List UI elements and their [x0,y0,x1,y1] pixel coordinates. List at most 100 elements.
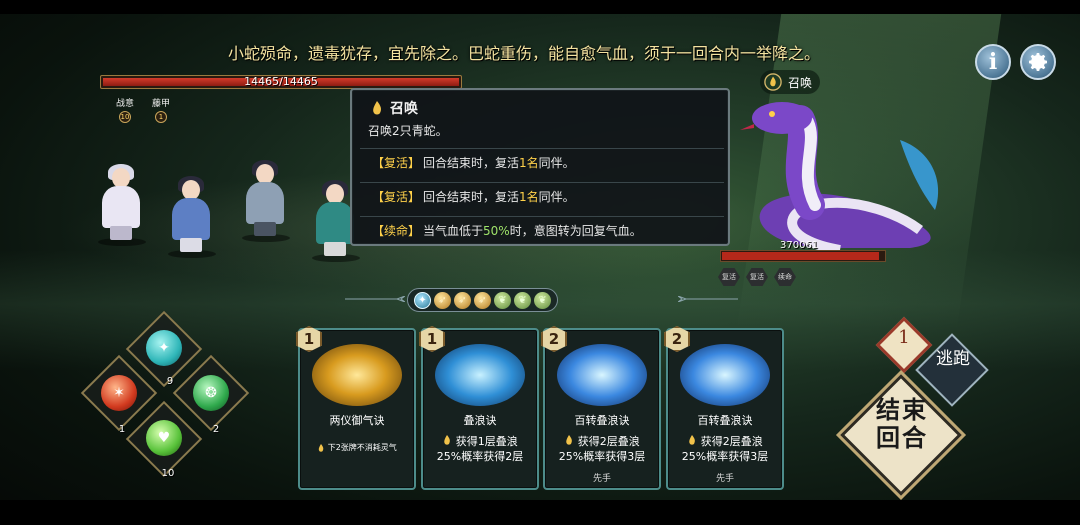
hero-head [326,184,344,204]
tooltip-text: 回合结束时，复活 [423,156,520,170]
tooltip-text: 当气血低于 [423,224,484,238]
tooltip-highlight: 50% [483,223,510,238]
card-first-strike: 先手 [592,474,611,484]
flame-icon [689,435,696,445]
flame-icon [764,73,782,91]
end-turn-label: 结束 回合 [876,395,928,452]
buff-prolong-life[interactable]: 续命 [774,268,796,286]
tooltip-row: 【续命】 当气血低于 50% 时，意图转为回复气血。 [360,216,724,244]
tooltip-highlight: 1名 [519,156,539,170]
card-art [312,344,402,406]
wood-gem-icon: ❂ [193,375,229,411]
enemy-buff-row: 复活 复活 续命 [718,268,796,286]
tooltip-desc: 召唤2只青蛇。 [368,124,448,138]
enemy-intent[interactable]: 召唤 [760,70,821,94]
energy-orb-row: ✦ ➶ ➶ ➶ ❦ ❦ ❦ [407,288,558,312]
card-name: 两仪御气诀 [329,414,385,427]
tooltip-row: 【复活】 回合结束时，复活 1名 同伴。 [360,182,724,210]
card-dielang[interactable]: 1 叠浪诀 获得1层叠浪 25%概率获得2层 [419,326,539,490]
wing-orb-icon: ➶ [454,291,471,309]
flourish-right [678,296,738,302]
tooltip-tag: 【复活】 [372,156,421,170]
status-zhanyi[interactable]: 战意 10 [116,96,134,123]
card-baizhuan-dielang-2[interactable]: 2 百转叠浪诀 获得2层叠浪 25%概率获得3层 先手 [664,326,784,490]
tooltip-highlight: 1名 [519,190,539,204]
hero-legs [254,222,276,236]
hero-legs [324,242,346,256]
card-cost: 2 [664,326,690,352]
earth-gem-icon: ♥ [146,420,182,456]
flourish-left [345,296,405,302]
enemy-hp-fill [722,252,880,260]
intent-tooltip: 召唤 召唤2只青蛇。 【复活】 回合结束时，复活 1名 同伴。 【复活】 回合结… [350,88,730,246]
status-count: 1 [155,111,168,123]
tooltip-title-row: 召唤 [370,98,418,118]
card-name: 百转叠浪诀 [697,414,753,427]
card-art [680,344,770,406]
tooltip-title: 召唤 [390,101,418,117]
flame-icon [373,101,381,115]
hero-head [182,180,200,200]
card-desc: 获得2层叠浪 25%概率获得3层 [558,435,646,463]
tooltip-tag: 【复活】 [372,190,421,204]
leaf-orb-icon: ❦ [494,291,511,309]
tooltip-tag: 【续命】 [372,224,421,238]
story-banner: 小蛇殒命，遗毒犹存，宜先除之。巴蛇重伤，能自愈气血，须于一回合内一举降之。 [228,44,821,63]
tooltip-text: 同伴。 [538,190,575,204]
wing-orb-icon: ➶ [474,291,491,309]
tooltip-text: 时，意图转为回复气血。 [509,224,642,238]
card-name: 百转叠浪诀 [574,414,630,427]
cur-orb-icon: ✦ [414,291,431,309]
element-count-earth: 10 [161,468,175,479]
status-tengjia[interactable]: 藤甲 1 [152,96,170,123]
card-art [557,344,647,406]
element-count-fire: 1 [118,424,126,435]
flame-icon [318,443,324,452]
wing-orb-icon: ➶ [434,291,451,309]
card-cost: 1 [296,326,322,352]
enemy-hp-bar [720,250,886,262]
card-name: 叠浪诀 [463,414,497,427]
player-hp-text: 14465/14465 [244,75,318,88]
gear-icon [1029,53,1047,71]
hero-legs [180,238,202,252]
status-count: 10 [119,111,131,123]
purple-snake-enemy[interactable] [720,80,950,255]
card-cost: 1 [419,326,445,352]
buff-revive[interactable]: 复活 [718,268,740,286]
element-count-water: 9 [166,376,174,387]
hero-head [256,164,274,184]
hero-head [112,168,130,188]
leaf-orb-icon: ❦ [514,291,531,309]
card-art [435,344,525,406]
settings-button[interactable] [1020,44,1056,80]
hero-body [246,182,284,224]
player-status-row: 战意 10 藤甲 1 [116,96,170,123]
info-button[interactable]: i [975,44,1011,80]
card-baizhuan-dielang[interactable]: 2 百转叠浪诀 获得2层叠浪 25%概率获得3层 先手 [541,326,661,490]
hero-legs [110,226,132,240]
letterbox-top [0,0,1080,14]
turn-number: 1 [898,327,910,348]
water-gem-icon: ✦ [146,330,182,366]
buff-revive[interactable]: 复活 [746,268,768,286]
flee-label: 逃跑 [936,349,970,369]
card-liangyi[interactable]: 1 两仪御气诀 下2张牌不消耗灵气 [296,326,416,490]
card-desc: 获得1层叠浪 25%概率获得2层 [436,435,524,463]
status-label: 战意 [116,99,135,109]
info-icon: i [988,49,998,75]
leaf-orb-icon: ❦ [534,291,551,309]
card-cost: 2 [541,326,567,352]
tooltip-text: 回合结束时，复活 [423,190,520,204]
flame-icon [444,435,451,445]
player-hp-bar: 14465/14465 [100,75,462,89]
tooltip-row: 【复活】 回合结束时，复活 1名 同伴。 [360,148,724,176]
flame-icon [566,435,573,445]
tooltip-text: 同伴。 [538,156,575,170]
card-desc: 获得2层叠浪 25%概率获得3层 [681,435,769,463]
status-label: 藤甲 [152,99,171,109]
hero-body [172,198,210,240]
hero-body [102,186,140,228]
intent-label: 召唤 [788,75,813,90]
hero-body [316,202,354,244]
